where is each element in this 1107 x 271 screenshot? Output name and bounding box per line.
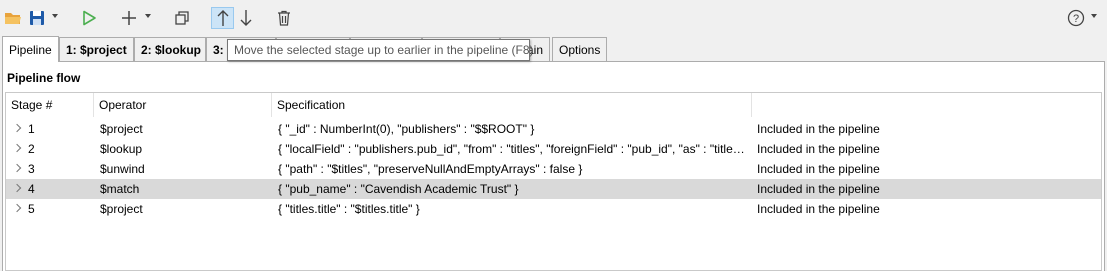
stage-number: 5 [28,202,35,216]
tab-stage-1-project[interactable]: 1: $project [59,37,134,61]
svg-text:?: ? [1073,13,1079,25]
tab-stage-2-lookup[interactable]: 2: $lookup [134,37,206,61]
operator-cell: $lookup [100,142,143,156]
move-up-tooltip: Move the selected stage up to earlier in… [227,39,534,61]
chevron-right-icon[interactable] [12,183,22,193]
column-header-operator[interactable]: Operator [94,93,272,117]
toolbar: ? [0,0,1107,34]
operator-cell: $match [100,182,140,196]
help-icon[interactable]: ? [1066,7,1086,29]
specification-cell: { "_id" : NumberInt(0), "publishers" : "… [278,122,535,136]
tab-label: 3: [213,42,224,57]
chevron-right-icon[interactable] [12,203,22,213]
tab-label: Options [559,42,601,57]
table-row[interactable]: 3 $unwind { "path" : "$titles", "preserveN… [6,159,1101,179]
operator-cell: $project [100,122,143,136]
add-dropdown-chevron-down-icon[interactable] [145,14,151,18]
specification-cell: { "path" : "$titles", "preserveNullAndEm… [278,162,583,176]
grid-header: Stage # Operator Specification [6,93,1101,117]
column-header-status[interactable] [752,93,1101,117]
section-title: Pipeline flow [7,71,81,85]
duplicate-icon[interactable] [172,7,192,29]
tab-options[interactable]: Options [552,37,607,61]
tab-pipeline[interactable]: Pipeline [2,36,59,62]
status-cell: Included in the pipeline [757,142,880,156]
tab-label: Pipeline [9,42,52,57]
status-cell: Included in the pipeline [757,162,880,176]
pipeline-grid: Stage # Operator Specification 1 $project… [5,92,1102,271]
operator-cell: $unwind [100,162,145,176]
pipeline-panel: Pipeline flow Stage # Operator Specifica… [2,62,1105,271]
status-cell: Included in the pipeline [757,122,880,136]
tab-label: 2: $lookup [141,42,202,57]
tooltip-text: Move the selected stage up to earlier in… [234,43,534,57]
run-icon[interactable] [79,7,99,29]
save-dropdown-chevron-down-icon[interactable] [52,14,58,18]
folder-open-icon[interactable] [4,7,22,29]
status-cell: Included in the pipeline [757,202,880,216]
chevron-right-icon[interactable] [12,123,22,133]
stage-number: 1 [28,122,35,136]
table-row[interactable]: 1 $project { "_id" : NumberInt(0), "publis… [6,119,1101,139]
column-header-specification[interactable]: Specification [272,93,752,117]
save-icon[interactable] [27,7,47,29]
column-header-stage[interactable]: Stage # [6,93,94,117]
delete-icon[interactable] [274,7,294,29]
status-cell: Included in the pipeline [757,182,880,196]
stage-number: 2 [28,142,35,156]
stage-number: 4 [28,182,35,196]
chevron-right-icon[interactable] [12,163,22,173]
move-up-icon[interactable] [211,7,234,29]
move-down-icon[interactable] [236,7,256,29]
stage-number: 3 [28,162,35,176]
specification-cell: { "pub_name" : "Cavendish Academic Trust… [278,182,519,196]
specification-cell: { "localField" : "publishers.pub_id", "f… [278,142,748,156]
table-row[interactable]: 5 $project { "titles.title" : "$titles.tit… [6,199,1101,219]
tab-label: 1: $project [66,42,127,57]
specification-cell: { "titles.title" : "$titles.title" } [278,202,420,216]
table-row[interactable]: 4 $match { "pub_name" : "Cavendish Academi… [6,179,1101,199]
table-row[interactable]: 2 $lookup { "localField" : "publishers.pub… [6,139,1101,159]
chevron-right-icon[interactable] [12,143,22,153]
operator-cell: $project [100,202,143,216]
add-icon[interactable] [119,7,139,29]
tab-strip: Pipeline 1: $project 2: $lookup 3: ain O… [2,36,1105,62]
help-dropdown-chevron-down-icon[interactable] [1091,14,1097,18]
